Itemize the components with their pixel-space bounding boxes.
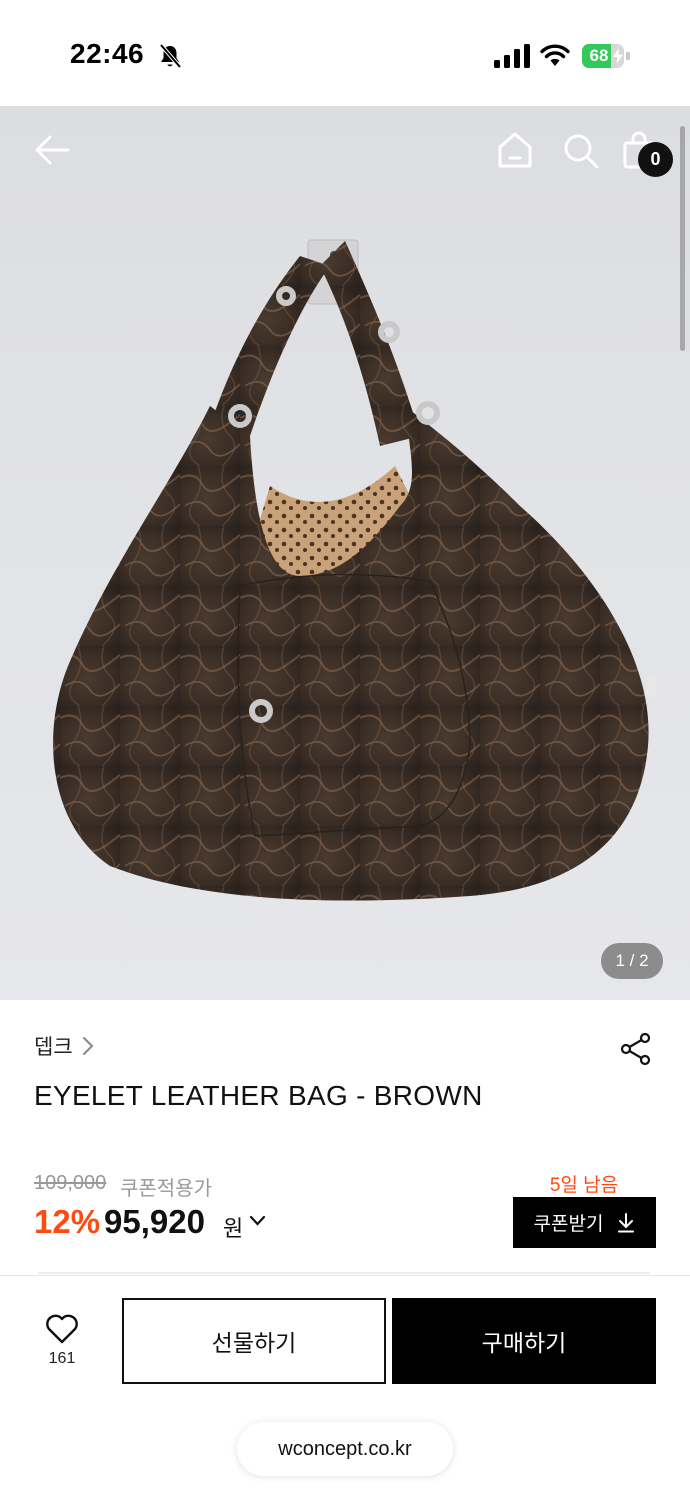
product-title: EYELET LEATHER BAG - BROWN <box>34 1080 483 1111</box>
status-bar: 22:46 68 <box>0 0 690 106</box>
bell-off-icon <box>159 43 182 69</box>
final-price: 95,920 <box>104 1203 205 1240</box>
share-icon[interactable] <box>619 1032 653 1066</box>
brand-name: 뎁크 <box>34 1036 73 1059</box>
status-time: 22:46 <box>70 38 145 69</box>
wifi-icon <box>540 44 570 66</box>
battery-cap <box>626 52 630 60</box>
original-price: 109,000 <box>34 1172 107 1194</box>
cart-count-badge[interactable]: 0 <box>638 142 673 177</box>
currency-label: 원 <box>223 1216 244 1241</box>
coupon-button-label: 쿠폰받기 <box>533 1214 604 1235</box>
battery-percent: 68 <box>589 46 609 65</box>
product-image-gallery[interactable]: 0 1 / 2 <box>0 106 690 1000</box>
home-icon[interactable] <box>496 130 534 170</box>
coupon-days-left: 5일 남음 <box>549 1175 619 1196</box>
chevron-right-icon <box>82 1037 94 1055</box>
search-icon[interactable] <box>562 132 600 170</box>
brand-link[interactable]: 뎁크 <box>34 1032 95 1060</box>
gift-button[interactable]: 선물하기 <box>122 1298 386 1384</box>
cellular-signal-icon <box>494 44 530 68</box>
wish-count: 161 <box>48 1350 76 1367</box>
buy-button[interactable]: 구매하기 <box>392 1298 656 1384</box>
product-photo-bag <box>53 239 656 901</box>
browser-url-bar[interactable]: wconcept.co.kr <box>237 1422 453 1476</box>
chevron-down-icon[interactable] <box>249 1215 266 1227</box>
battery-charging-icon: 68 <box>582 44 630 68</box>
heart-icon <box>46 1314 78 1344</box>
back-arrow-icon[interactable] <box>32 130 72 170</box>
charging-bolt-icon <box>613 48 623 64</box>
download-icon <box>618 1212 635 1232</box>
gallery-page-counter: 1 / 2 <box>601 943 663 979</box>
coupon-price-label: 쿠폰적용가 <box>120 1178 212 1200</box>
divider <box>38 1272 650 1274</box>
discount-rate: 12% <box>34 1203 101 1240</box>
get-coupon-button[interactable]: 쿠폰받기 <box>513 1197 656 1248</box>
wishlist-button[interactable]: 161 <box>36 1314 88 1374</box>
bottom-action-bar: 161 선물하기 구매하기 wconcept.co.kr <box>0 1276 690 1500</box>
scroll-indicator[interactable] <box>680 126 685 351</box>
